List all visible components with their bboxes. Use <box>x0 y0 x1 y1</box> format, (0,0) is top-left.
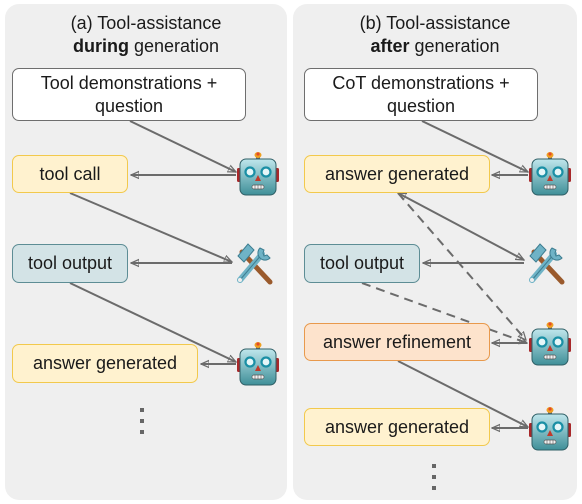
tool-output-a-label: tool output <box>27 253 113 273</box>
robot-icon <box>236 340 280 386</box>
prompt-box-b-label: CoT demonstrations + question <box>332 72 510 116</box>
answer-generated-a-label: answer generated <box>32 353 178 373</box>
answer-generated-box-b1: answer generated <box>304 155 490 193</box>
tool-call-box: tool call <box>12 155 128 193</box>
robot-icon <box>528 150 572 196</box>
robot-icon <box>528 320 572 366</box>
tool-call-label: tool call <box>39 163 101 184</box>
tool-output-b-label: tool output <box>319 253 405 273</box>
arrow-prompt-to-robot-a <box>129 120 236 173</box>
prompt-box-b: CoT demonstrations + question <box>304 68 538 121</box>
prompt-box-a: Tool demonstrations + question <box>12 68 246 121</box>
robot-icon <box>236 150 280 196</box>
continuation-dots-b <box>432 464 436 497</box>
tools-icon <box>524 240 568 286</box>
answer-generated-b1-label: answer generated <box>324 163 470 184</box>
robot-icon <box>528 405 572 451</box>
answer-generated-b2-label: answer generated <box>324 416 470 437</box>
answer-generated-box-b2: answer generated <box>304 408 490 446</box>
continuation-dots-a <box>140 408 144 441</box>
answer-refinement-label: answer refinement <box>322 331 472 352</box>
tools-icon <box>232 240 276 286</box>
tool-output-box-b: tool output <box>304 244 420 283</box>
answer-refinement-box: answer refinement <box>304 323 490 361</box>
answer-generated-box-a: answer generated <box>12 344 198 383</box>
tool-output-box-a: tool output <box>12 244 128 283</box>
prompt-box-a-label: Tool demonstrations + question <box>40 72 218 116</box>
